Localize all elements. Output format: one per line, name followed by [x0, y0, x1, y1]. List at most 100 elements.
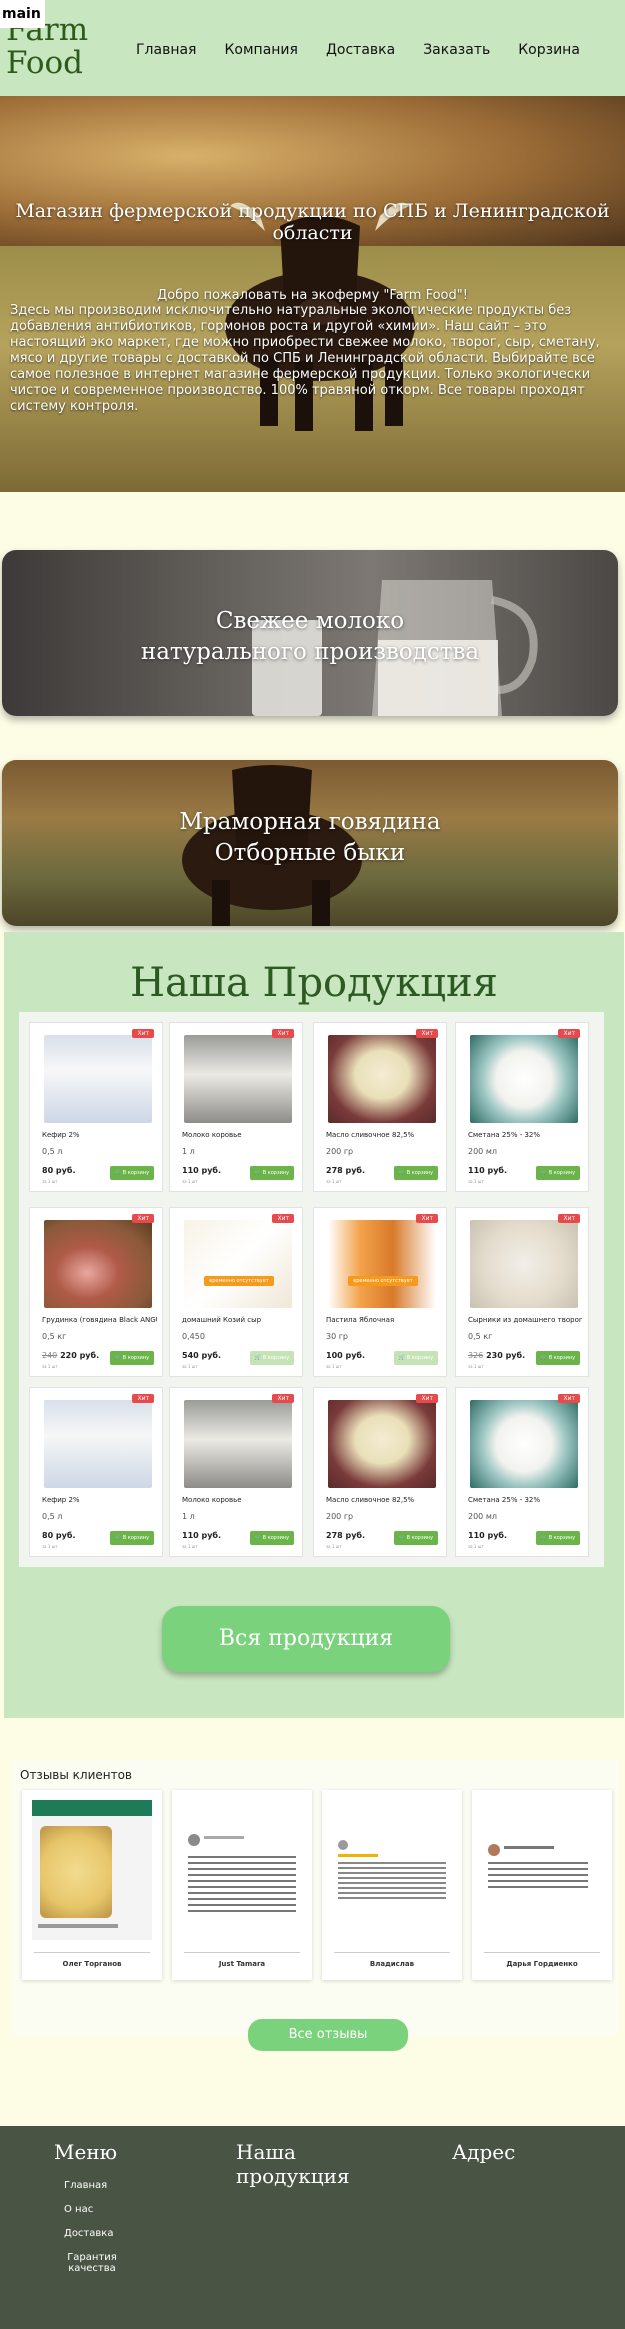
product-name[interactable]: Пастила Яблочная — [326, 1316, 441, 1324]
product-unit-note: за 1 шт — [182, 1179, 198, 1184]
cart-icon: 🛒 — [540, 1170, 549, 1176]
product-price: 80 руб. — [42, 1531, 76, 1540]
banner-milk-line-2: натурального производства — [140, 639, 480, 665]
product-card[interactable]: Хит Сметана 25% - 32% 200 мл 110 руб. за 1 ш… — [455, 1022, 589, 1192]
product-card[interactable]: Хит Сметана 25% - 32% 200 мл 110 руб. за 1 ш… — [455, 1387, 589, 1557]
hit-badge: Хит — [558, 1029, 580, 1038]
product-name[interactable]: Масло сливочное 82,5% — [326, 1131, 441, 1139]
product-card[interactable]: Хит Сырники из домашнего творога 0,5 кг 326… — [455, 1207, 589, 1377]
product-weight: 0,5 л — [42, 1147, 63, 1156]
add-to-cart-button[interactable]: 🛒 В корзину — [250, 1351, 294, 1365]
footer-products-title: Наша продукция — [236, 2140, 350, 2188]
product-name[interactable]: Молоко коровье — [182, 1131, 297, 1139]
nav-item-company[interactable]: Компания — [224, 42, 297, 58]
hit-badge: Хит — [416, 1394, 438, 1403]
add-to-cart-button[interactable]: 🛒 В корзину — [110, 1531, 154, 1545]
review-card[interactable]: Just Tamara — [172, 1790, 312, 1980]
product-image[interactable]: временно отсутствует — [184, 1220, 292, 1308]
add-to-cart-button[interactable]: 🛒 В корзину — [394, 1531, 438, 1545]
add-to-cart-button[interactable]: 🛒 В корзину — [110, 1351, 154, 1365]
product-card[interactable]: Хит Кефир 2% 0,5 л 80 руб. за 1 шт 🛒 В корзин… — [29, 1022, 163, 1192]
product-name[interactable]: Кефир 2% — [42, 1496, 157, 1504]
product-price: 540 руб. — [182, 1351, 222, 1360]
footer-link-about[interactable]: О нас — [64, 2204, 93, 2215]
product-name[interactable]: Грудинка (говядина Black ANGUS) — [42, 1316, 157, 1324]
reviews-section: Отзывы клиентов Олег Торганов Just Tamar… — [12, 1760, 618, 2035]
add-to-cart-button[interactable]: 🛒 В корзину — [536, 1166, 580, 1180]
product-name[interactable]: Сметана 25% - 32% — [468, 1131, 583, 1139]
review-card[interactable]: Олег Торганов — [22, 1790, 162, 1980]
add-to-cart-button[interactable]: 🛒 В корзину — [394, 1351, 438, 1365]
all-products-button[interactable]: Вся продукция — [162, 1606, 450, 1672]
product-card[interactable]: Хит Грудинка (говядина Black ANGUS) 0,5 кг… — [29, 1207, 163, 1377]
product-name[interactable]: Масло сливочное 82,5% — [326, 1496, 441, 1504]
product-card[interactable]: Хит Масло сливочное 82,5% 200 гр 278 руб. за… — [313, 1387, 447, 1557]
product-price: 110 руб. — [182, 1166, 222, 1175]
product-price: 326 230 руб. — [468, 1351, 526, 1360]
footer-link-quality[interactable]: Гарантия качества — [62, 2252, 122, 2274]
product-image[interactable] — [44, 1035, 152, 1123]
product-card[interactable]: Хит Молоко коровье 1 л 110 руб. за 1 шт 🛒 В к… — [169, 1022, 303, 1192]
product-weight: 0,5 л — [42, 1512, 63, 1521]
product-weight: 0,5 кг — [42, 1332, 67, 1341]
product-unit-note: за 1 шт — [326, 1544, 342, 1549]
products-section: Наша Продукция Хит Кефир 2% 0,5 л 80 руб. за… — [4, 932, 624, 1718]
hit-badge: Хит — [132, 1394, 154, 1403]
product-card[interactable]: Хит Молоко коровье 1 л 110 руб. за 1 шт 🛒 В к… — [169, 1387, 303, 1557]
banner-beef[interactable]: Мраморная говядина Отборные быки — [2, 760, 618, 926]
product-image[interactable] — [470, 1400, 578, 1488]
product-image[interactable] — [328, 1400, 436, 1488]
product-image[interactable] — [184, 1035, 292, 1123]
site-footer: Меню Главная О нас Доставка Гарантия кач… — [0, 2126, 625, 2329]
product-image[interactable]: временно отсутствует — [328, 1220, 436, 1308]
reviews-title: Отзывы клиентов — [20, 1768, 133, 1782]
banner-milk[interactable]: Свежее молоко натурального производства — [2, 550, 618, 716]
product-card[interactable]: Хит Масло сливочное 82,5% 200 гр 278 руб. за… — [313, 1022, 447, 1192]
cart-icon: 🛒 — [114, 1535, 123, 1541]
product-image[interactable] — [328, 1035, 436, 1123]
product-image[interactable] — [470, 1035, 578, 1123]
product-weight: 30 гр — [326, 1332, 349, 1341]
product-image[interactable] — [44, 1220, 152, 1308]
product-name[interactable]: Сметана 25% - 32% — [468, 1496, 583, 1504]
product-name[interactable]: Молоко коровье — [182, 1496, 297, 1504]
review-author: Дарья Гордиенко — [506, 1960, 578, 1968]
product-image[interactable] — [470, 1220, 578, 1308]
footer-link-delivery[interactable]: Доставка — [64, 2228, 113, 2239]
product-name[interactable]: Сырники из домашнего творога — [468, 1316, 583, 1324]
nav-item-delivery[interactable]: Доставка — [326, 42, 395, 58]
add-to-cart-button[interactable]: 🛒 В корзину — [536, 1351, 580, 1365]
product-card[interactable]: временно отсутствует Хит Пастила Яблочная 3… — [313, 1207, 447, 1377]
product-name[interactable]: домашний Козий сыр — [182, 1316, 297, 1324]
review-card[interactable]: Владислав — [322, 1790, 462, 1980]
nav-item-cart[interactable]: Корзина — [518, 42, 580, 58]
skip-to-main-link[interactable]: main — [0, 0, 45, 28]
product-image[interactable] — [184, 1400, 292, 1488]
footer-link-home[interactable]: Главная — [64, 2180, 107, 2191]
nav-item-home[interactable]: Главная — [136, 42, 196, 58]
product-unit-note: за 1 шт — [326, 1364, 342, 1369]
review-screenshot — [182, 1800, 302, 1940]
product-unit-note: за 1 шт — [42, 1544, 58, 1549]
add-to-cart-button[interactable]: 🛒 В корзину — [110, 1166, 154, 1180]
product-unit-note: за 1 шт — [182, 1364, 198, 1369]
review-card[interactable]: Дарья Гордиенко — [472, 1790, 612, 1980]
product-card[interactable]: Хит Кефир 2% 0,5 л 80 руб. за 1 шт 🛒 В корзин… — [29, 1387, 163, 1557]
product-price: 80 руб. — [42, 1166, 76, 1175]
product-unit-note: за 1 шт — [182, 1544, 198, 1549]
hit-badge: Хит — [558, 1394, 580, 1403]
add-to-cart-button[interactable]: 🛒 В корзину — [394, 1166, 438, 1180]
nav-item-order[interactable]: Заказать — [423, 42, 490, 58]
hit-badge: Хит — [416, 1214, 438, 1223]
product-name[interactable]: Кефир 2% — [42, 1131, 157, 1139]
all-reviews-button[interactable]: Все отзывы — [248, 2019, 408, 2051]
product-old-price: 326 — [468, 1351, 484, 1360]
product-card[interactable]: временно отсутствует Хит домашний Козий сы… — [169, 1207, 303, 1377]
product-unit-note: за 1 шт — [42, 1364, 58, 1369]
product-image[interactable] — [44, 1400, 152, 1488]
cart-icon: 🛒 — [540, 1355, 549, 1361]
add-to-cart-button[interactable]: 🛒 В корзину — [536, 1531, 580, 1545]
review-author: Just Tamara — [218, 1960, 266, 1968]
add-to-cart-button[interactable]: 🛒 В корзину — [250, 1166, 294, 1180]
add-to-cart-button[interactable]: 🛒 В корзину — [250, 1531, 294, 1545]
